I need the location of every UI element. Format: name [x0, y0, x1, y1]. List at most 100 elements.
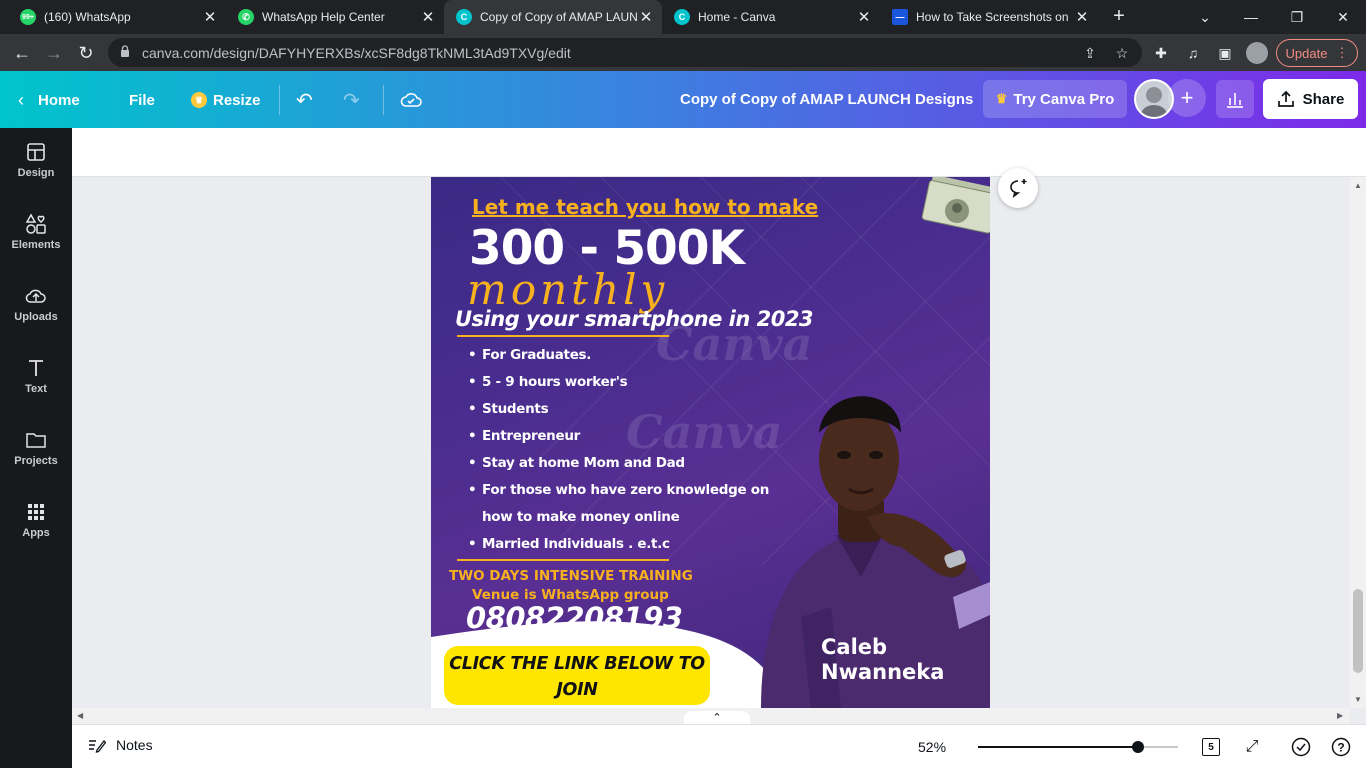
- sidebar-item-label: Elements: [11, 239, 61, 251]
- subheadline-smartphone[interactable]: Using your smartphone in 2023: [455, 307, 814, 331]
- close-window-icon[interactable]: ✕: [1320, 0, 1366, 34]
- share-label: Share: [1302, 90, 1345, 108]
- share-button[interactable]: Share: [1263, 79, 1358, 119]
- reload-icon[interactable]: ↻: [72, 39, 100, 67]
- try-canva-pro-button[interactable]: ♛ Try Canva Pro: [983, 80, 1127, 118]
- vertical-scrollbar[interactable]: ▲ ▼: [1350, 177, 1366, 708]
- tab-title: WhatsApp Help Center: [262, 10, 385, 24]
- sidebar-item-design[interactable]: Design: [0, 128, 72, 192]
- editor-sidebar: Design Elements Uploads Text Projects Ap…: [0, 128, 72, 768]
- tab-whatsapp-help[interactable]: ✆ WhatsApp Help Center ✕: [226, 0, 444, 34]
- file-menu-button[interactable]: File: [129, 87, 155, 113]
- elements-icon: [25, 213, 46, 234]
- tab-canva-design[interactable]: C Copy of Copy of AMAP LAUN ✕: [444, 0, 662, 34]
- resize-button[interactable]: ♛ Resize: [191, 87, 261, 113]
- presenter-name[interactable]: Caleb Nwanneka: [821, 635, 944, 685]
- scroll-down-icon[interactable]: ▼: [1354, 695, 1362, 704]
- new-tab-icon[interactable]: +: [1108, 5, 1130, 27]
- show-pages-chevron-icon[interactable]: ⌃: [684, 711, 750, 724]
- address-bar[interactable]: canva.com/design/DAFYHYERXBs/xcSF8dg8TkN…: [108, 38, 1142, 67]
- chevron-left-icon: ‹: [18, 89, 24, 110]
- sidebar-item-label: Design: [17, 167, 55, 179]
- home-button[interactable]: ‹ Home: [18, 87, 80, 113]
- whatsapp-favicon-icon: 99+: [20, 9, 36, 25]
- text-icon: [29, 360, 43, 376]
- page-count-button[interactable]: 5: [1200, 736, 1222, 758]
- list-item: Married Individuals . e.t.c: [468, 531, 778, 558]
- scroll-right-icon[interactable]: ▶: [1337, 711, 1343, 720]
- tab-canva-home[interactable]: C Home - Canva ✕: [662, 0, 880, 34]
- side-panel-icon[interactable]: ▣: [1214, 42, 1236, 64]
- sidebar-item-label: Text: [25, 383, 47, 395]
- scrollbar-thumb[interactable]: [1353, 589, 1363, 673]
- sidebar-item-uploads[interactable]: Uploads: [0, 272, 72, 336]
- redo-icon[interactable]: ↷: [343, 87, 360, 113]
- zoom-percentage[interactable]: 52%: [918, 739, 946, 755]
- canva-favicon-icon: C: [674, 9, 690, 25]
- profile-avatar-icon[interactable]: [1246, 42, 1268, 64]
- whatsapp-favicon-icon: ✆: [238, 9, 254, 25]
- audience-list[interactable]: For Graduates. 5 - 9 hours worker's Stud…: [468, 342, 778, 558]
- zoom-slider-handle[interactable]: [1132, 741, 1144, 753]
- tab-title: How to Take Screenshots on: [916, 10, 1069, 24]
- file-label: File: [129, 91, 155, 109]
- zoom-slider-fill: [978, 746, 1138, 748]
- notes-button[interactable]: Notes: [88, 737, 153, 753]
- minimize-icon[interactable]: —: [1228, 0, 1274, 34]
- close-tab-icon[interactable]: ✕: [856, 8, 872, 26]
- tab-screenshots[interactable]: — How to Take Screenshots on ✕: [880, 0, 1098, 34]
- presenter-first-name: Caleb: [821, 635, 888, 659]
- bookmark-star-icon[interactable]: ☆: [1112, 43, 1132, 63]
- projects-icon: [26, 433, 46, 448]
- tab-title: Home - Canva: [698, 10, 776, 24]
- close-tab-icon[interactable]: ✕: [420, 8, 436, 26]
- pages-icon: 5: [1202, 738, 1220, 756]
- close-tab-icon[interactable]: ✕: [638, 8, 654, 26]
- document-title[interactable]: Copy of Copy of AMAP LAUNCH Designs: [680, 91, 973, 108]
- fullscreen-icon[interactable]: ⤢: [1241, 736, 1263, 758]
- insights-chart-icon[interactable]: [1216, 80, 1254, 118]
- crown-icon: ♛: [995, 91, 1008, 106]
- restore-icon[interactable]: ❐: [1274, 0, 1320, 34]
- add-collaborator-icon[interactable]: +: [1168, 79, 1206, 117]
- browser-tab-strip: 99+ (160) WhatsApp ✕ ✆ WhatsApp Help Cen…: [0, 0, 1366, 34]
- apps-icon: [28, 504, 44, 520]
- media-control-icon[interactable]: ♫: [1182, 42, 1204, 64]
- cloud-save-icon[interactable]: [400, 87, 422, 113]
- sidebar-item-text[interactable]: Text: [0, 344, 72, 408]
- forward-icon[interactable]: →: [40, 39, 68, 67]
- try-pro-label: Try Canva Pro: [1013, 90, 1115, 108]
- uploads-icon: [25, 289, 46, 303]
- phone-number-text[interactable]: 08082208193: [466, 601, 683, 635]
- share-page-icon[interactable]: ⇪: [1080, 43, 1100, 63]
- add-comment-icon[interactable]: [998, 168, 1038, 208]
- cta-line: JOIN: [556, 680, 598, 700]
- training-text[interactable]: TWO DAYS INTENSIVE TRAINING: [449, 568, 693, 584]
- close-tab-icon[interactable]: ✕: [202, 8, 218, 26]
- undo-icon[interactable]: ↶: [296, 87, 313, 113]
- design-page[interactable]: Canva Canva Let me teach you how to make…: [431, 177, 990, 708]
- update-button[interactable]: Update ⋮: [1276, 39, 1358, 67]
- sidebar-item-apps[interactable]: Apps: [0, 488, 72, 552]
- browser-toolbar: ← → ↻ canva.com/design/DAFYHYERXBs/xcSF8…: [0, 34, 1366, 71]
- help-icon[interactable]: ?: [1330, 736, 1352, 758]
- cta-text[interactable]: CLICK THE LINK BELOW TO JOIN: [444, 651, 710, 703]
- tab-whatsapp[interactable]: 99+ (160) WhatsApp ✕: [8, 0, 226, 34]
- crown-icon: ♛: [191, 92, 207, 108]
- svg-text:?: ?: [1337, 741, 1344, 755]
- sidebar-item-projects[interactable]: Projects: [0, 416, 72, 480]
- tab-search-chevron-icon[interactable]: ⌄: [1182, 0, 1228, 34]
- tab-title: (160) WhatsApp: [44, 10, 131, 24]
- cta-line: CLICK THE LINK BELOW TO: [449, 654, 705, 674]
- sidebar-item-elements[interactable]: Elements: [0, 200, 72, 264]
- list-item: Students: [468, 396, 778, 423]
- tab-title: Copy of Copy of AMAP LAUN: [480, 10, 638, 24]
- extensions-icon[interactable]: ✚: [1150, 42, 1172, 64]
- check-circle-icon[interactable]: [1290, 736, 1312, 758]
- back-icon[interactable]: ←: [8, 39, 36, 67]
- close-tab-icon[interactable]: ✕: [1074, 8, 1090, 26]
- presenter-last-name: Nwanneka: [821, 660, 945, 684]
- scroll-left-icon[interactable]: ◀: [77, 711, 83, 720]
- scroll-up-icon[interactable]: ▲: [1354, 181, 1362, 190]
- headline-teach[interactable]: Let me teach you how to make: [472, 195, 818, 219]
